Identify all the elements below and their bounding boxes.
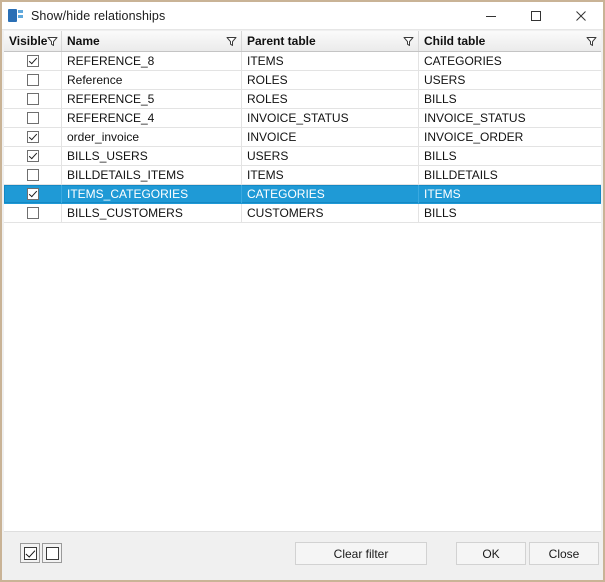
checkbox-checked-icon[interactable] <box>26 55 39 67</box>
column-header-child-table[interactable]: Child table <box>419 31 601 51</box>
column-header-name-label: Name <box>67 34 100 48</box>
checkbox-unchecked-icon <box>45 546 59 560</box>
row-parent-table-cell: ROLES <box>242 90 419 108</box>
dialog-footer: Clear filter OK Close <box>4 531 601 578</box>
row-child-table-cell: CATEGORIES <box>424 54 502 68</box>
table-row[interactable]: BILLDETAILS_ITEMS ITEMS BILLDETAILS <box>4 166 601 185</box>
row-child-table-cell: BILLDETAILS <box>424 168 498 182</box>
checkbox-unchecked-icon[interactable] <box>26 112 39 124</box>
row-name-cell: BILLS_USERS <box>62 147 242 165</box>
filter-icon[interactable] <box>403 36 414 47</box>
row-child-table-cell: USERS <box>424 73 466 87</box>
row-parent-table-cell: ITEMS <box>242 52 419 70</box>
row-child-table-cell: BILLS <box>424 92 457 106</box>
title-bar: Show/hide relationships <box>2 2 603 30</box>
table-row[interactable]: REFERENCE_8 ITEMS CATEGORIES <box>4 52 601 71</box>
checkbox-checked-icon[interactable] <box>26 131 39 143</box>
row-name-cell: REFERENCE_8 <box>62 52 242 70</box>
row-name-cell: order_invoice <box>62 128 242 146</box>
check-all-toggle[interactable] <box>20 543 40 563</box>
uncheck-all-toggle[interactable] <box>42 543 62 563</box>
checkbox-unchecked-icon[interactable] <box>26 93 39 105</box>
checkbox-checked-icon[interactable] <box>26 188 39 200</box>
close-button[interactable]: Close <box>529 542 599 565</box>
row-name-cell: Reference <box>62 71 242 89</box>
row-name-cell: BILLS_CUSTOMERS <box>62 204 242 222</box>
column-header-visible-label: Visible <box>9 34 48 48</box>
filter-icon[interactable] <box>47 36 58 47</box>
row-parent-table-cell: ROLES <box>242 71 419 89</box>
row-parent-table-cell: CUSTOMERS <box>242 204 419 222</box>
filter-icon[interactable] <box>586 36 597 47</box>
row-visible-cell[interactable] <box>4 166 62 184</box>
table-row[interactable]: BILLS_CUSTOMERS CUSTOMERS BILLS <box>4 204 601 223</box>
row-visible-cell[interactable] <box>4 128 62 146</box>
filter-icon[interactable] <box>226 36 237 47</box>
checkbox-unchecked-icon[interactable] <box>26 169 39 181</box>
column-header-child-table-label: Child table <box>424 34 486 48</box>
table-row[interactable]: Reference ROLES USERS <box>4 71 601 90</box>
table-row[interactable]: REFERENCE_4 INVOICE_STATUS INVOICE_STATUS <box>4 109 601 128</box>
checkbox-unchecked-icon[interactable] <box>26 74 39 86</box>
row-name-cell: ITEMS_CATEGORIES <box>62 185 242 203</box>
row-visible-cell[interactable] <box>4 147 62 165</box>
window-title: Show/hide relationships <box>31 8 166 23</box>
row-child-table-cell: INVOICE_ORDER <box>424 130 524 144</box>
row-child-table-cell: ITEMS <box>424 187 461 201</box>
column-header-parent-table[interactable]: Parent table <box>242 31 419 51</box>
window-controls <box>468 2 603 30</box>
dialog-window: Show/hide relationships Visible Name Par… <box>0 0 605 582</box>
row-visible-cell[interactable] <box>4 71 62 89</box>
ok-button[interactable]: OK <box>456 542 526 565</box>
checkbox-checked-icon <box>23 546 37 560</box>
row-visible-cell[interactable] <box>4 52 62 70</box>
row-parent-table-cell: INVOICE_STATUS <box>242 109 419 127</box>
table-row[interactable]: ITEMS_CATEGORIES CATEGORIES ITEMS <box>4 185 601 204</box>
row-visible-cell[interactable] <box>4 185 62 203</box>
column-header-parent-table-label: Parent table <box>247 34 316 48</box>
row-child-table-cell: BILLS <box>424 206 457 220</box>
row-visible-cell[interactable] <box>4 204 62 222</box>
row-visible-cell[interactable] <box>4 90 62 108</box>
row-visible-cell[interactable] <box>4 109 62 127</box>
row-name-cell: REFERENCE_5 <box>62 90 242 108</box>
table-row[interactable]: BILLS_USERS USERS BILLS <box>4 147 601 166</box>
row-parent-table-cell: CATEGORIES <box>242 185 419 203</box>
row-name-cell: REFERENCE_4 <box>62 109 242 127</box>
close-icon[interactable] <box>558 2 603 30</box>
table-row[interactable]: REFERENCE_5 ROLES BILLS <box>4 90 601 109</box>
row-parent-table-cell: ITEMS <box>242 166 419 184</box>
row-parent-table-cell: USERS <box>242 147 419 165</box>
table-row[interactable]: order_invoice INVOICE INVOICE_ORDER <box>4 128 601 147</box>
minimize-icon[interactable] <box>468 2 513 30</box>
row-child-table-cell: BILLS <box>424 149 457 163</box>
checkbox-checked-icon[interactable] <box>26 150 39 162</box>
relationships-icon <box>8 8 24 24</box>
clear-filter-button[interactable]: Clear filter <box>295 542 427 565</box>
relationships-grid: Visible Name Parent table Child table RE… <box>4 31 601 532</box>
maximize-icon[interactable] <box>513 2 558 30</box>
checkbox-unchecked-icon[interactable] <box>26 207 39 219</box>
column-header-visible[interactable]: Visible <box>4 31 62 51</box>
row-child-table-cell: INVOICE_STATUS <box>424 111 526 125</box>
grid-header-row: Visible Name Parent table Child table <box>4 31 601 52</box>
grid-body: REFERENCE_8 ITEMS CATEGORIES Reference ROLES… <box>4 52 601 532</box>
row-name-cell: BILLDETAILS_ITEMS <box>62 166 242 184</box>
row-parent-table-cell: INVOICE <box>242 128 419 146</box>
column-header-name[interactable]: Name <box>62 31 242 51</box>
